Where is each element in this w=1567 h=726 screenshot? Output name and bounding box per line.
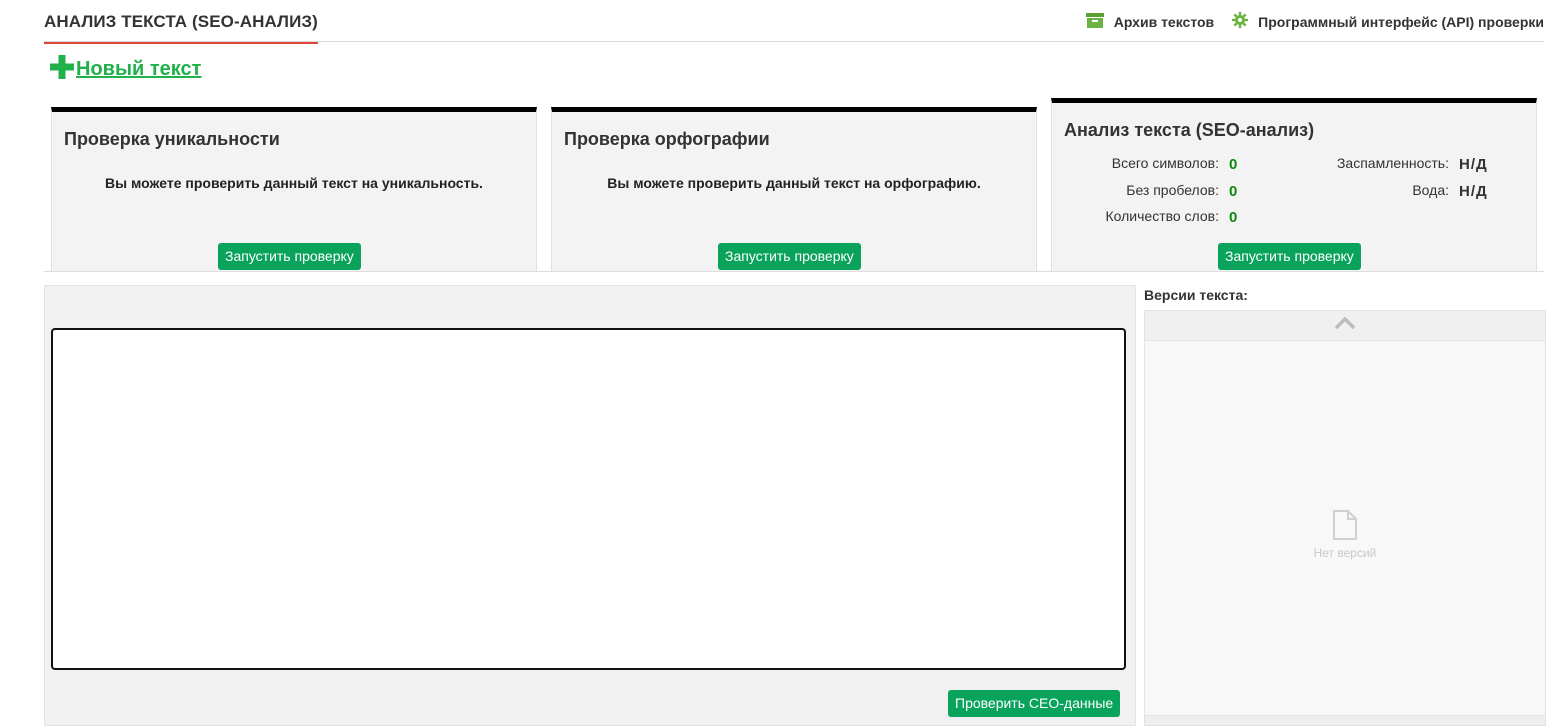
new-text-link[interactable]: Новый текст — [76, 58, 201, 81]
spam-label: Заспамленность: — [1336, 155, 1449, 171]
seo-run-button[interactable]: Запустить проверку — [1218, 243, 1361, 270]
no-spaces-label: Без пробелов: — [1126, 182, 1219, 198]
page-header: АНАЛИЗ ТЕКСТА (SEO-АНАЛИЗ) Архив текстов — [44, 0, 1544, 44]
spelling-description: Вы можете проверить данный текст на орфо… — [607, 175, 981, 191]
spelling-run-button[interactable]: Запустить проверку — [718, 243, 861, 270]
no-versions-placeholder: Нет версий — [1145, 509, 1545, 560]
versions-scroll-up[interactable] — [1145, 311, 1545, 341]
editor-area: Проверить СЕО-данные — [44, 285, 1136, 726]
gear-icon — [1232, 12, 1249, 31]
total-chars-value: 0 — [1229, 156, 1238, 173]
uniqueness-title: Проверка уникальности — [64, 129, 280, 149]
versions-scroll-down[interactable] — [1145, 715, 1545, 725]
page-title: АНАЛИЗ ТЕКСТА (SEO-АНАЛИЗ) — [44, 12, 318, 44]
no-versions-text: Нет версий — [1313, 546, 1377, 560]
archive-icon — [1085, 12, 1104, 31]
new-text-row: Новый текст — [50, 55, 201, 84]
archive-link-label: Архив текстов — [1113, 13, 1215, 30]
water-value: Н/Д — [1459, 183, 1488, 200]
check-seo-button[interactable]: Проверить СЕО-данные — [948, 690, 1121, 717]
uniqueness-run-button[interactable]: Запустить проверку — [218, 243, 361, 270]
uniqueness-panel: Проверка уникальности Вы можете проверит… — [51, 107, 537, 272]
text-editor[interactable] — [51, 328, 1126, 670]
api-link-label: Программный интерфейс (API) проверки — [1258, 13, 1544, 30]
uniqueness-description: Вы можете проверить данный текст на уник… — [105, 175, 483, 191]
spelling-panel: Проверка орфографии Вы можете проверить … — [551, 107, 1037, 272]
spam-value: Н/Д — [1459, 156, 1488, 173]
chevron-up-icon — [1334, 316, 1356, 335]
word-count-value: 0 — [1229, 209, 1238, 226]
versions-panel: Нет версий — [1144, 310, 1546, 726]
water-label: Вода: — [1412, 182, 1449, 198]
api-link[interactable]: Программный интерфейс (API) проверки — [1232, 12, 1544, 31]
file-icon — [1331, 509, 1359, 544]
spelling-title: Проверка орфографии — [564, 129, 770, 149]
versions-label: Версии текста: — [1144, 287, 1248, 303]
header-links: Архив текстов Программный интерфейс (API… — [1068, 12, 1544, 31]
plus-icon — [50, 55, 74, 84]
no-spaces-value: 0 — [1229, 183, 1238, 200]
archive-link[interactable]: Архив текстов — [1085, 12, 1215, 31]
panels-divider — [44, 271, 1544, 272]
seo-title: Анализ текста (SEO-анализ) — [1064, 120, 1315, 140]
word-count-label: Количество слов: — [1105, 208, 1219, 224]
seo-panel: Анализ текста (SEO-анализ) Всего символо… — [1051, 98, 1537, 272]
total-chars-label: Всего символов: — [1111, 155, 1219, 171]
